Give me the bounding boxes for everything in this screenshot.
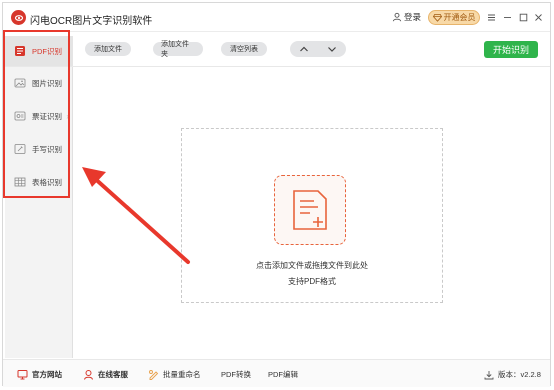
table-icon xyxy=(14,176,26,188)
pdf-convert-link[interactable]: PDF转换 xyxy=(221,369,251,380)
supported-format: 支持PDF格式 xyxy=(288,277,336,286)
minimize-icon[interactable] xyxy=(501,11,513,23)
official-website-link[interactable]: 官方网站 xyxy=(17,369,62,380)
footer-label: PDF转换 xyxy=(221,370,251,379)
footer-label: 官方网站 xyxy=(32,370,62,379)
sidebar-item-label: 手写识别 xyxy=(32,144,62,154)
sidebar-item-label: 图片识别 xyxy=(32,78,62,88)
add-document-icon[interactable] xyxy=(274,175,346,245)
footer-label: 批量重命名 xyxy=(163,370,201,379)
pdf-icon xyxy=(14,45,26,57)
sidebar-item-ticket[interactable]: 票证识别 › xyxy=(5,101,73,131)
move-down-button[interactable] xyxy=(322,42,342,56)
support-agent-icon xyxy=(84,370,93,380)
login-label: 登录 xyxy=(404,12,422,22)
sidebar-item-label: 表格识别 xyxy=(32,177,62,187)
pdf-edit-link[interactable]: PDF编辑 xyxy=(268,369,298,380)
vip-button[interactable]: 开通会员 xyxy=(428,10,480,25)
sidebar: PDF识别 图片识别 票证识别 › 手写识别 表格识别 xyxy=(5,36,73,358)
version-info: 版本：v2.2.8 xyxy=(484,369,541,380)
version-label: 版本：v2.2.8 xyxy=(498,370,541,379)
sidebar-item-handwriting[interactable]: 手写识别 xyxy=(5,134,73,164)
sidebar-item-label: 票证识别 xyxy=(32,111,62,121)
app-title: 闪电OCR图片文字识别软件 xyxy=(30,16,153,27)
clear-list-button[interactable]: 清空列表 xyxy=(221,42,267,56)
image-icon xyxy=(14,77,26,89)
move-up-button[interactable] xyxy=(294,42,314,56)
add-file-button[interactable]: 添加文件 xyxy=(85,42,131,56)
app-logo-icon xyxy=(11,10,26,25)
toolbar: 添加文件 添加文件夹 清空列表 开始识别 xyxy=(3,31,550,67)
batch-rename-link[interactable]: 批量重命名 xyxy=(148,369,201,380)
vip-label: 开通会员 xyxy=(443,13,476,22)
footer-label: PDF编辑 xyxy=(268,370,298,379)
monitor-icon xyxy=(17,370,28,380)
rename-icon xyxy=(149,370,159,380)
maximize-icon[interactable] xyxy=(517,11,529,23)
title-bar: 闪电OCR图片文字识别软件 登录 开通会员 xyxy=(3,3,550,31)
add-folder-button[interactable]: 添加文件夹 xyxy=(153,41,203,58)
footer-label: 在线客服 xyxy=(98,370,128,379)
chevron-right-icon: › xyxy=(66,111,69,121)
ticket-icon xyxy=(14,110,26,122)
online-support-link[interactable]: 在线客服 xyxy=(83,369,128,380)
user-icon xyxy=(392,12,402,22)
chevron-up-icon xyxy=(300,46,308,52)
handwriting-icon xyxy=(14,143,26,155)
sidebar-item-label: PDF识别 xyxy=(32,46,62,56)
download-icon xyxy=(484,370,494,379)
diamond-icon xyxy=(432,13,442,22)
move-buttons xyxy=(290,41,346,57)
close-icon[interactable] xyxy=(532,11,544,23)
sidebar-item-table[interactable]: 表格识别 xyxy=(5,167,73,197)
start-recognition-button[interactable]: 开始识别 xyxy=(484,41,538,58)
login-button[interactable]: 登录 xyxy=(392,11,421,23)
sidebar-item-pdf[interactable]: PDF识别 xyxy=(5,36,73,66)
menu-icon[interactable] xyxy=(485,11,497,23)
drop-instruction: 点击添加文件或拖拽文件到此处 xyxy=(256,261,368,270)
app-window: 闪电OCR图片文字识别软件 登录 开通会员 添加文件 添加文件夹 清空列表 开始… xyxy=(2,2,551,387)
footer: 官方网站 在线客服 批量重命名 PDF转换 PDF编辑 版本：v2.2.8 xyxy=(3,359,550,387)
sidebar-item-image[interactable]: 图片识别 xyxy=(5,68,73,98)
chevron-down-icon xyxy=(328,47,336,52)
